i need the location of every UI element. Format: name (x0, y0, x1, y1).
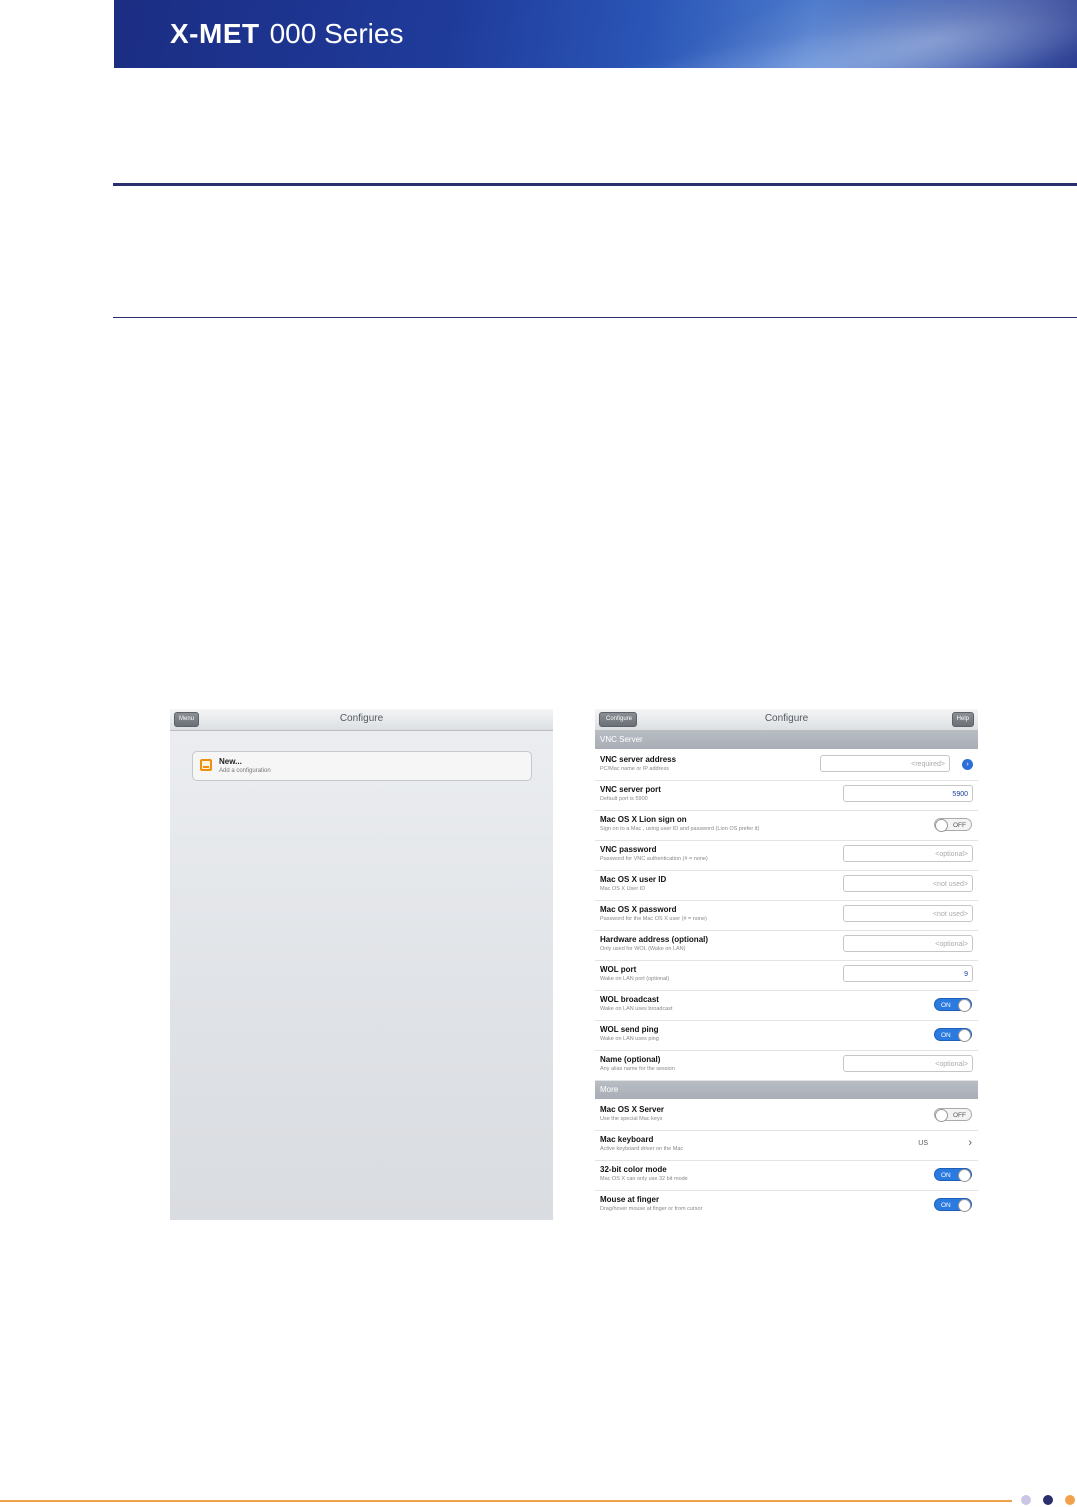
brand-title: X-MET 000 Series (170, 18, 403, 50)
mac-keyboard-value: US (918, 1140, 928, 1147)
row-sublabel: Sign on to a Mac , using user ID and pas… (600, 826, 760, 832)
row-wol-send-ping: WOL send ping Wake on LAN uses ping ON (595, 1020, 978, 1051)
color-mode-toggle[interactable]: ON (934, 1168, 972, 1182)
row-label: Mac OS X password (600, 905, 677, 914)
new-item-subtitle: Add a configuration (219, 768, 271, 774)
row-sublabel: Active keyboard driver on the Mac (600, 1146, 684, 1152)
footer-dot-dark (1043, 1495, 1053, 1505)
chevron-right-icon[interactable]: › (968, 1137, 972, 1149)
row-label: Mac OS X Server (600, 1105, 665, 1114)
section-header-more: More (595, 1081, 978, 1099)
configure-screen-right: Configure Configure Help VNC Server VNC … (595, 709, 978, 1220)
row-mac-password: Mac OS X password Password for the Mac O… (595, 900, 978, 931)
row-label: Name (optional) (600, 1055, 661, 1064)
vnc-server-port-input[interactable]: 5900 (843, 785, 973, 802)
row-wol-port: WOL port Wake on LAN port (optional) 9 (595, 960, 978, 991)
configure-screen-left: Configure Menu New... Add a configuratio… (170, 709, 553, 1220)
chevron-right-icon[interactable]: › (962, 759, 973, 770)
new-configuration-item[interactable]: New... Add a configuration (192, 751, 532, 781)
header-banner: X-MET 000 Series (114, 0, 1077, 68)
row-lion-sign-on: Mac OS X Lion sign on Sign on to a Mac ,… (595, 810, 978, 841)
row-label: Mac OS X Lion sign on (600, 815, 687, 824)
nav-title: Configure (339, 713, 384, 724)
row-label: Mac OS X user ID (600, 875, 667, 884)
row-32bit-color: 32-bit color mode Mac OS X can only use … (595, 1160, 978, 1191)
back-button[interactable]: Configure (599, 712, 638, 727)
mouse-at-finger-toggle[interactable]: ON (934, 1198, 972, 1212)
wol-send-ping-toggle[interactable]: ON (934, 1028, 972, 1042)
row-label: WOL broadcast (600, 995, 659, 1004)
row-sublabel: PC/Mac name or IP address (600, 766, 669, 772)
row-sublabel: Mac OS X can only use 32 bit mode (600, 1176, 688, 1182)
brand-series: 000 Series (269, 18, 404, 49)
footer-dot-light (1021, 1495, 1031, 1505)
row-label: Mac keyboard (600, 1135, 654, 1144)
row-wol-broadcast: WOL broadcast Wake on LAN uses broadcast… (595, 990, 978, 1021)
row-sublabel: Wake on LAN uses broadcast (600, 1006, 673, 1012)
lion-sign-on-toggle[interactable]: OFF (934, 818, 972, 832)
banner-highlight (623, 0, 1077, 68)
row-label: 32-bit color mode (600, 1165, 667, 1174)
laptop-icon (200, 759, 212, 771)
row-label: Mouse at finger (600, 1195, 660, 1204)
section-header-vnc: VNC Server (595, 731, 978, 749)
nav-title: Configure (764, 713, 809, 724)
row-mac-os-x-server: Mac OS X Server Use the special Mac keys… (595, 1100, 978, 1131)
footer-dot-orange (1065, 1495, 1075, 1505)
vnc-password-input[interactable]: <optional> (843, 845, 973, 862)
nav-bar: Configure Configure Help (595, 709, 978, 731)
row-mac-keyboard[interactable]: Mac keyboard Active keyboard driver on t… (595, 1130, 978, 1161)
hardware-address-input[interactable]: <optional> (843, 935, 973, 952)
row-sublabel: Any alias name for the session (600, 1066, 675, 1072)
brand-name: X-MET (170, 18, 260, 49)
vnc-server-address-input[interactable]: <required> (820, 755, 950, 772)
row-vnc-server-address: VNC server address PC/Mac name or IP add… (595, 750, 978, 781)
row-label: VNC server address (600, 755, 677, 764)
menu-button[interactable]: Menu (174, 712, 200, 727)
row-sublabel: Drag/hover mouse at finger or from curso… (600, 1206, 703, 1212)
mac-user-id-input[interactable]: <not used> (843, 875, 973, 892)
section-divider-thin (113, 317, 1077, 318)
new-item-title: New... (219, 757, 242, 766)
wol-broadcast-toggle[interactable]: ON (934, 998, 972, 1012)
row-sublabel: Use the special Mac keys (600, 1116, 663, 1122)
row-label: VNC server port (600, 785, 661, 794)
footer-line (0, 1500, 1012, 1502)
row-sublabel: Password for VNC authentication (# = non… (600, 856, 708, 862)
mac-password-input[interactable]: <not used> (843, 905, 973, 922)
row-sublabel: Wake on LAN port (optional) (600, 976, 670, 982)
section-divider-thick (113, 183, 1077, 186)
nav-bar: Configure Menu (170, 709, 553, 731)
help-button[interactable]: Help (951, 712, 974, 727)
row-mac-user-id: Mac OS X user ID Mac OS X User ID <not u… (595, 870, 978, 901)
row-sublabel: Only used for WOL (Wake on LAN) (600, 946, 686, 952)
row-sublabel: Password for the Mac OS X user (# = none… (600, 916, 707, 922)
row-name: Name (optional) Any alias name for the s… (595, 1050, 978, 1081)
mac-os-x-server-toggle[interactable]: OFF (934, 1108, 972, 1122)
row-vnc-server-port: VNC server port Default port is 5900 590… (595, 780, 978, 811)
row-label: VNC password (600, 845, 657, 854)
row-sublabel: Wake on LAN uses ping (600, 1036, 659, 1042)
row-hardware-address: Hardware address (optional) Only used fo… (595, 930, 978, 961)
row-mouse-at-finger: Mouse at finger Drag/hover mouse at fing… (595, 1190, 978, 1220)
name-input[interactable]: <optional> (843, 1055, 973, 1072)
row-label: WOL port (600, 965, 637, 974)
wol-port-input[interactable]: 9 (843, 965, 973, 982)
row-sublabel: Mac OS X User ID (600, 886, 646, 892)
row-vnc-password: VNC password Password for VNC authentica… (595, 840, 978, 871)
row-label: WOL send ping (600, 1025, 659, 1034)
row-label: Hardware address (optional) (600, 935, 709, 944)
row-sublabel: Default port is 5900 (600, 796, 648, 802)
